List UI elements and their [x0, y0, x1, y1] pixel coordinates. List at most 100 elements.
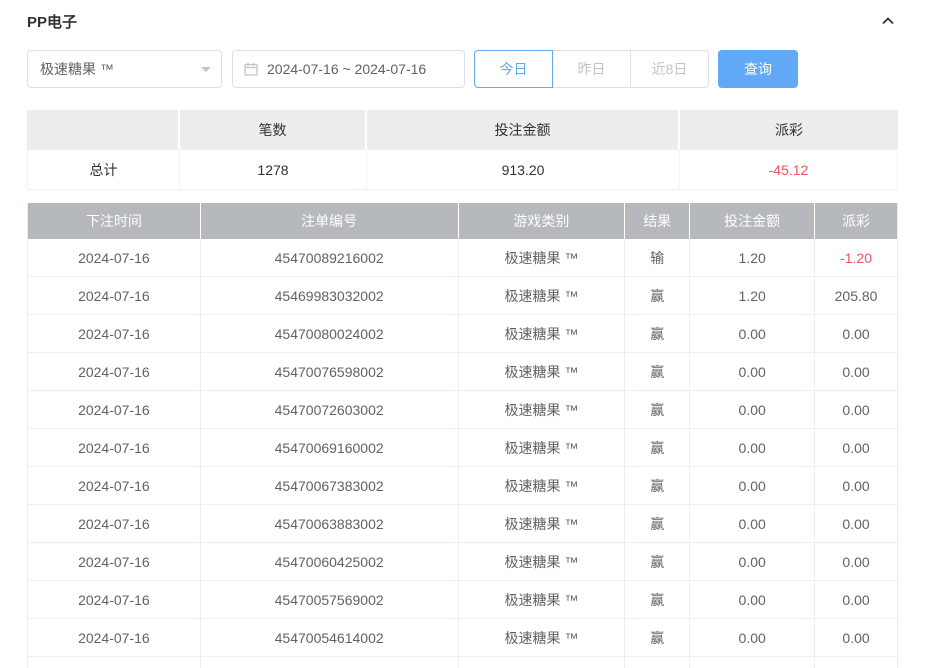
cell-payout: 0.00 — [815, 505, 898, 543]
cell-result: 赢 — [625, 505, 690, 543]
cell-bet-time: 2024-07-16 — [28, 353, 201, 391]
cell-payout: 205.80 — [815, 277, 898, 315]
table-row: 2024-07-16 45470080024002 极速糖果 ™ 赢 0.00 … — [28, 315, 898, 353]
table-row: 2024-07-16 45469983032002 极速糖果 ™ 赢 1.20 … — [28, 277, 898, 315]
header-result: 结果 — [625, 203, 690, 239]
table-row: 2024-07-16 45470069160002 极速糖果 ™ 赢 0.00 … — [28, 429, 898, 467]
summary-header-payout: 派彩 — [680, 110, 898, 150]
cell-payout: 0.00 — [815, 429, 898, 467]
search-button[interactable]: 查询 — [718, 50, 798, 88]
chevron-up-icon — [880, 13, 896, 29]
cell-bet-time: 2024-07-16 — [28, 581, 201, 619]
chevron-down-icon — [201, 67, 211, 77]
cell-game-type: 极速糖果 ™ — [459, 543, 626, 581]
cell-bet-time: 2024-07-16 — [28, 467, 201, 505]
cell-game-type: 极速糖果 ™ — [459, 467, 626, 505]
cell-result: 赢 — [625, 353, 690, 391]
summary-header-count: 笔数 — [180, 110, 367, 150]
calendar-icon — [243, 61, 259, 77]
cell-order-id: 45470089216002 — [201, 239, 459, 277]
cell-game-type: 极速糖果 ™ — [459, 353, 626, 391]
cell-bet-time: 2024-07-16 — [28, 429, 201, 467]
cell-result: 赢 — [625, 581, 690, 619]
cell-bet-time: 2024-07-16 — [28, 505, 201, 543]
summary-table: 笔数 投注金额 派彩 总计 1278 913.20 -45.12 — [27, 110, 898, 190]
cell-payout: 0.00 — [815, 619, 898, 657]
pp-electronic-panel: PP电子 极速糖果 ™ 2024-07-16 ~ 2024-07-16 今日 昨… — [0, 0, 925, 668]
date-range-value: 2024-07-16 ~ 2024-07-16 — [267, 61, 426, 77]
table-row: 2024-07-16 45470057569002 极速糖果 ™ 赢 0.00 … — [28, 581, 898, 619]
summary-header-bet-amount: 投注金额 — [367, 110, 680, 150]
cell-game-type: 极速糖果 ™ — [459, 315, 626, 353]
cell-order-id: 45470067383002 — [201, 467, 459, 505]
cell-bet-amount: 0.00 — [690, 505, 815, 543]
cell-game-type: 极速糖果 ™ — [459, 505, 626, 543]
cell-bet-time: 2024-07-16 — [28, 543, 201, 581]
header-bet-time: 下注时间 — [28, 203, 201, 239]
table-row: 2024-07-16 45470054614002 极速糖果 ™ 赢 0.00 … — [28, 619, 898, 657]
cell-order-id: 45470069160002 — [201, 429, 459, 467]
summary-total-payout: -45.12 — [680, 150, 898, 190]
cell-payout: 0.00 — [815, 391, 898, 429]
cell-order-id: 45470057569002 — [201, 581, 459, 619]
cell-order-id: 45470076598002 — [201, 353, 459, 391]
table-row: 2024-07-16 45470063883002 极速糖果 ™ 赢 0.00 … — [28, 505, 898, 543]
cell-result: 赢 — [625, 277, 690, 315]
cell-game-type: 极速糖果 ™ — [459, 391, 626, 429]
cell-payout: 0.00 — [815, 581, 898, 619]
cell-game-type: 极速糖果 ™ — [459, 619, 626, 657]
cell-bet-amount: 0.00 — [690, 353, 815, 391]
cell-bet-amount: 0.00 — [690, 467, 815, 505]
cell-bet-amount: 0.00 — [690, 543, 815, 581]
game-select[interactable]: 极速糖果 ™ — [27, 50, 222, 88]
header-order-id: 注单编号 — [201, 203, 459, 239]
cell-game-type: 极速糖果 ™ — [459, 277, 626, 315]
cell-result: 赢 — [625, 543, 690, 581]
cell-order-id: 45470080024002 — [201, 315, 459, 353]
cell-payout: 0.00 — [815, 543, 898, 581]
cell-bet-amount: 0.00 — [690, 619, 815, 657]
summary-total-count: 1278 — [180, 150, 367, 190]
header-payout: 派彩 — [815, 203, 898, 239]
cell-payout: 0.00 — [815, 315, 898, 353]
filter-bar: 极速糖果 ™ 2024-07-16 ~ 2024-07-16 今日 昨日 近8日… — [27, 50, 898, 88]
collapse-button[interactable] — [878, 11, 898, 31]
cell-payout: 0.00 — [815, 353, 898, 391]
cell-game-type: 极速糖果 ™ — [459, 429, 626, 467]
cell-order-id: 45469983032002 — [201, 277, 459, 315]
summary-total-row: 总计 1278 913.20 -45.12 — [27, 150, 898, 190]
summary-total-label: 总计 — [27, 150, 180, 190]
cell-result: 赢 — [625, 429, 690, 467]
summary-total-bet-amount: 913.20 — [367, 150, 680, 190]
cell-payout: 0.00 — [815, 467, 898, 505]
cell-bet-amount: 1.20 — [690, 277, 815, 315]
panel-header: PP电子 — [27, 10, 898, 32]
table-row: 2024-07-16 45470072603002 极速糖果 ™ 赢 0.00 … — [28, 391, 898, 429]
cell-bet-time: 2024-07-16 — [28, 619, 201, 657]
game-select-value: 极速糖果 ™ — [40, 59, 114, 79]
cell-bet-time: 2024-07-16 — [28, 277, 201, 315]
summary-header-blank — [27, 110, 180, 150]
cell-bet-amount: 0.00 — [690, 429, 815, 467]
summary-header-row: 笔数 投注金额 派彩 — [27, 110, 898, 150]
table-row: 2024-07-16 45470076598002 极速糖果 ™ 赢 0.00 … — [28, 353, 898, 391]
cell-bet-amount: 1.20 — [690, 239, 815, 277]
yesterday-button[interactable]: 昨日 — [552, 50, 631, 88]
table-header-row: 下注时间 注单编号 游戏类别 结果 投注金额 派彩 — [28, 203, 898, 239]
table-row-partial — [28, 657, 898, 668]
page-title: PP电子 — [27, 11, 77, 32]
cell-result: 赢 — [625, 619, 690, 657]
cell-result: 输 — [625, 239, 690, 277]
cell-order-id: 45470072603002 — [201, 391, 459, 429]
cell-game-type: 极速糖果 ™ — [459, 239, 626, 277]
cell-order-id: 45470060425002 — [201, 543, 459, 581]
header-bet-amount: 投注金额 — [690, 203, 815, 239]
table-row: 2024-07-16 45470089216002 极速糖果 ™ 输 1.20 … — [28, 239, 898, 277]
date-range-input[interactable]: 2024-07-16 ~ 2024-07-16 — [232, 50, 465, 88]
today-button[interactable]: 今日 — [474, 50, 553, 88]
last-8-days-button[interactable]: 近8日 — [630, 50, 709, 88]
cell-game-type: 极速糖果 ™ — [459, 581, 626, 619]
bets-table: 下注时间 注单编号 游戏类别 结果 投注金额 派彩 2024-07-16 454… — [27, 203, 898, 668]
header-game-type: 游戏类别 — [459, 203, 626, 239]
table-row: 2024-07-16 45470060425002 极速糖果 ™ 赢 0.00 … — [28, 543, 898, 581]
